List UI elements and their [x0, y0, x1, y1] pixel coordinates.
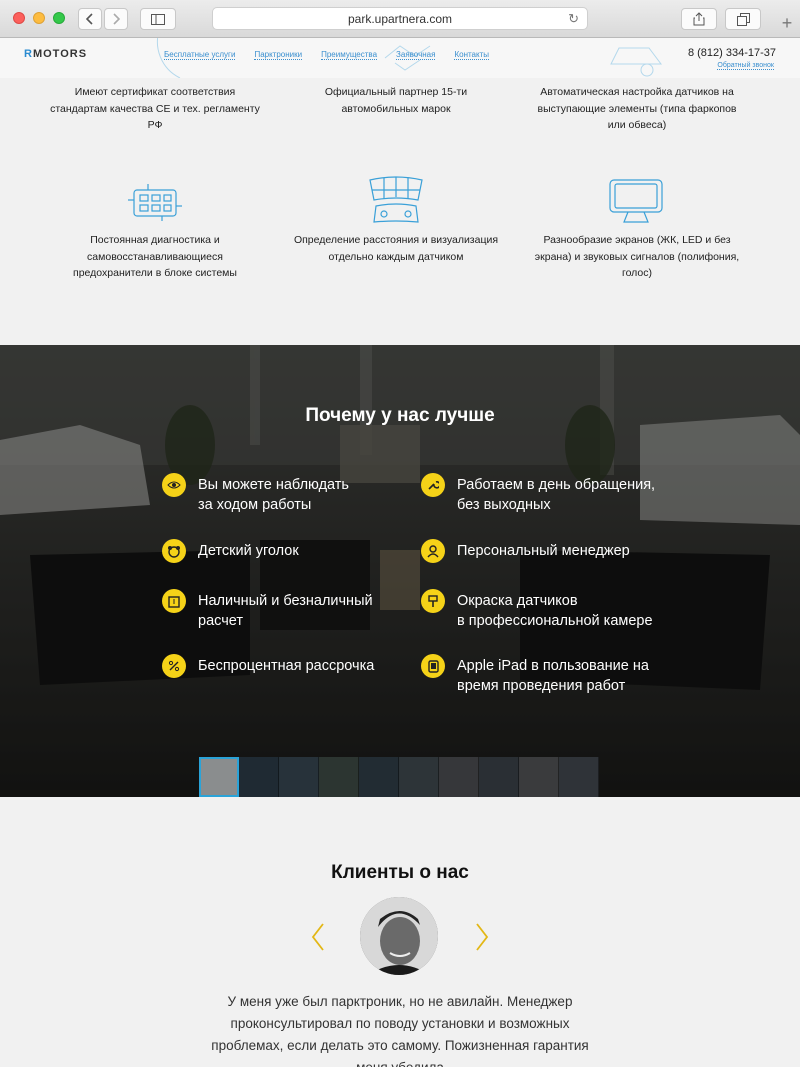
- teddy-bear-icon: [162, 539, 186, 563]
- percent-icon: [162, 654, 186, 678]
- forward-button[interactable]: [104, 8, 128, 30]
- gallery-thumbnail[interactable]: [319, 757, 359, 797]
- nav-contacts[interactable]: Контакты: [454, 50, 490, 60]
- share-button[interactable]: [681, 8, 717, 30]
- nav-parktronics[interactable]: Парктроники: [254, 50, 303, 60]
- new-tab-button[interactable]: +: [774, 10, 800, 36]
- nav-free-services[interactable]: Бесплатные услуги: [164, 50, 236, 60]
- why-item: Окраска датчиков в профессиональной каме…: [421, 589, 653, 631]
- why-item-text: Работаем в день обращения, без выходных: [457, 477, 656, 513]
- url-text: park.upartnera.com: [347, 11, 453, 26]
- client-avatar: [360, 897, 438, 975]
- chevron-right-icon: [113, 13, 120, 25]
- chevron-left-icon: [86, 13, 93, 25]
- car-icon: [610, 47, 662, 77]
- features-section: Имеют сертификат соответствия стандартам…: [0, 78, 800, 345]
- prev-review-arrow-icon[interactable]: [309, 920, 327, 954]
- feature-item: Имеют сертификат соответствия стандартам…: [50, 84, 260, 134]
- why-item: Детский уголок: [162, 539, 299, 563]
- share-icon: [693, 12, 705, 26]
- logo-mark: R: [24, 48, 33, 60]
- gallery-thumbnail[interactable]: [239, 757, 279, 797]
- eye-icon: [162, 473, 186, 497]
- nav-advantages[interactable]: Преимущества: [321, 50, 378, 60]
- gallery-thumbnail[interactable]: [519, 757, 559, 797]
- feature-item: Разнообразие экранов (ЖК, LED и без экра…: [532, 232, 742, 282]
- paint-icon: [421, 589, 445, 613]
- why-item-text: Детский уголок: [198, 543, 299, 559]
- close-window-button[interactable]: [13, 12, 25, 24]
- sensor-grid-icon: [369, 176, 423, 223]
- why-item: Наличный и безналичный расчет: [162, 589, 373, 631]
- feature-item: Автоматическая настройка датчиков на выс…: [532, 84, 742, 134]
- feature-text: Автоматическая настройка датчиков на выс…: [537, 86, 737, 131]
- feature-text: Постоянная диагностика и самовосстанавли…: [73, 234, 237, 279]
- wrench-icon: [421, 473, 445, 497]
- monitor-icon: [609, 179, 663, 223]
- gallery-thumbnail[interactable]: [279, 757, 319, 797]
- feature-item: Определение расстояния и визуализация от…: [291, 232, 501, 265]
- gallery-thumbnail[interactable]: [559, 757, 599, 797]
- site-header: RMOTORS Бесплатные услуги Парктроники Пр…: [0, 38, 800, 78]
- wallet-icon: [162, 589, 186, 613]
- review-text: У меня уже был парктроник, но не авилайн…: [211, 994, 589, 1067]
- feature-text: Официальный партнер 15-ти автомобильных …: [324, 86, 468, 115]
- why-item: Персональный менеджер: [421, 539, 630, 563]
- sidebar-button[interactable]: [140, 8, 176, 30]
- sidebar-icon: [151, 13, 165, 25]
- minimize-window-button[interactable]: [33, 12, 45, 24]
- circuit-board-icon: [128, 184, 182, 221]
- feature-text: Разнообразие экранов (ЖК, LED и без экра…: [534, 234, 740, 279]
- address-bar[interactable]: park.upartnera.com ↻: [212, 7, 588, 30]
- feature-text: Имеют сертификат соответствия стандартам…: [50, 86, 260, 131]
- tabs-button[interactable]: [725, 8, 761, 30]
- tabs-icon: [736, 12, 750, 26]
- feature-text: Определение расстояния и визуализация от…: [293, 234, 499, 263]
- why-item-text: Окраска датчиков в профессиональной каме…: [457, 593, 653, 629]
- why-item: Apple iPad в пользование на время провед…: [421, 654, 649, 696]
- callback-link[interactable]: Обратный звонок: [717, 62, 774, 70]
- tablet-icon: [421, 654, 445, 678]
- why-item-text: Беспроцентная рассрочка: [198, 658, 375, 674]
- gallery-thumbnail[interactable]: [439, 757, 479, 797]
- reload-icon[interactable]: ↻: [568, 11, 579, 27]
- why-item: Вы можете наблюдать за ходом работы: [162, 473, 349, 515]
- gallery-thumbnail[interactable]: [359, 757, 399, 797]
- manager-icon: [421, 539, 445, 563]
- back-button[interactable]: [78, 8, 102, 30]
- phone-number[interactable]: 8 (812) 334-17-37: [688, 47, 776, 59]
- logo[interactable]: RMOTORS: [24, 48, 87, 60]
- client-photo: [360, 897, 438, 975]
- browser-toolbar: park.upartnera.com ↻ +: [0, 0, 800, 38]
- why-us-title: Почему у нас лучше: [305, 405, 495, 426]
- nav-request[interactable]: Заявочная: [396, 50, 436, 60]
- main-nav: Бесплатные услуги Парктроники Преимущест…: [164, 50, 508, 60]
- why-item: Работаем в день обращения, без выходных: [421, 473, 656, 515]
- logo-text: MOTORS: [32, 48, 88, 60]
- why-item-text: Персональный менеджер: [457, 543, 630, 559]
- gallery-thumbnail[interactable]: [199, 757, 239, 797]
- gallery-thumbnails: [199, 757, 599, 797]
- why-item-text: Вы можете наблюдать за ходом работы: [198, 477, 349, 513]
- why-item-text: Apple iPad в пользование на время провед…: [457, 658, 649, 694]
- feature-item: Официальный партнер 15-ти автомобильных …: [291, 84, 501, 117]
- why-item: Беспроцентная рассрочка: [162, 654, 375, 678]
- why-us-section: Почему у нас лучше Вы можете наблюдать з…: [0, 345, 800, 797]
- gallery-thumbnail[interactable]: [479, 757, 519, 797]
- next-review-arrow-icon[interactable]: [473, 920, 491, 954]
- gallery-thumbnail[interactable]: [399, 757, 439, 797]
- feature-item: Постоянная диагностика и самовосстанавли…: [50, 232, 260, 282]
- clients-title: Клиенты о нас: [331, 862, 469, 883]
- maximize-window-button[interactable]: [53, 12, 65, 24]
- why-item-text: Наличный и безналичный расчет: [198, 593, 373, 629]
